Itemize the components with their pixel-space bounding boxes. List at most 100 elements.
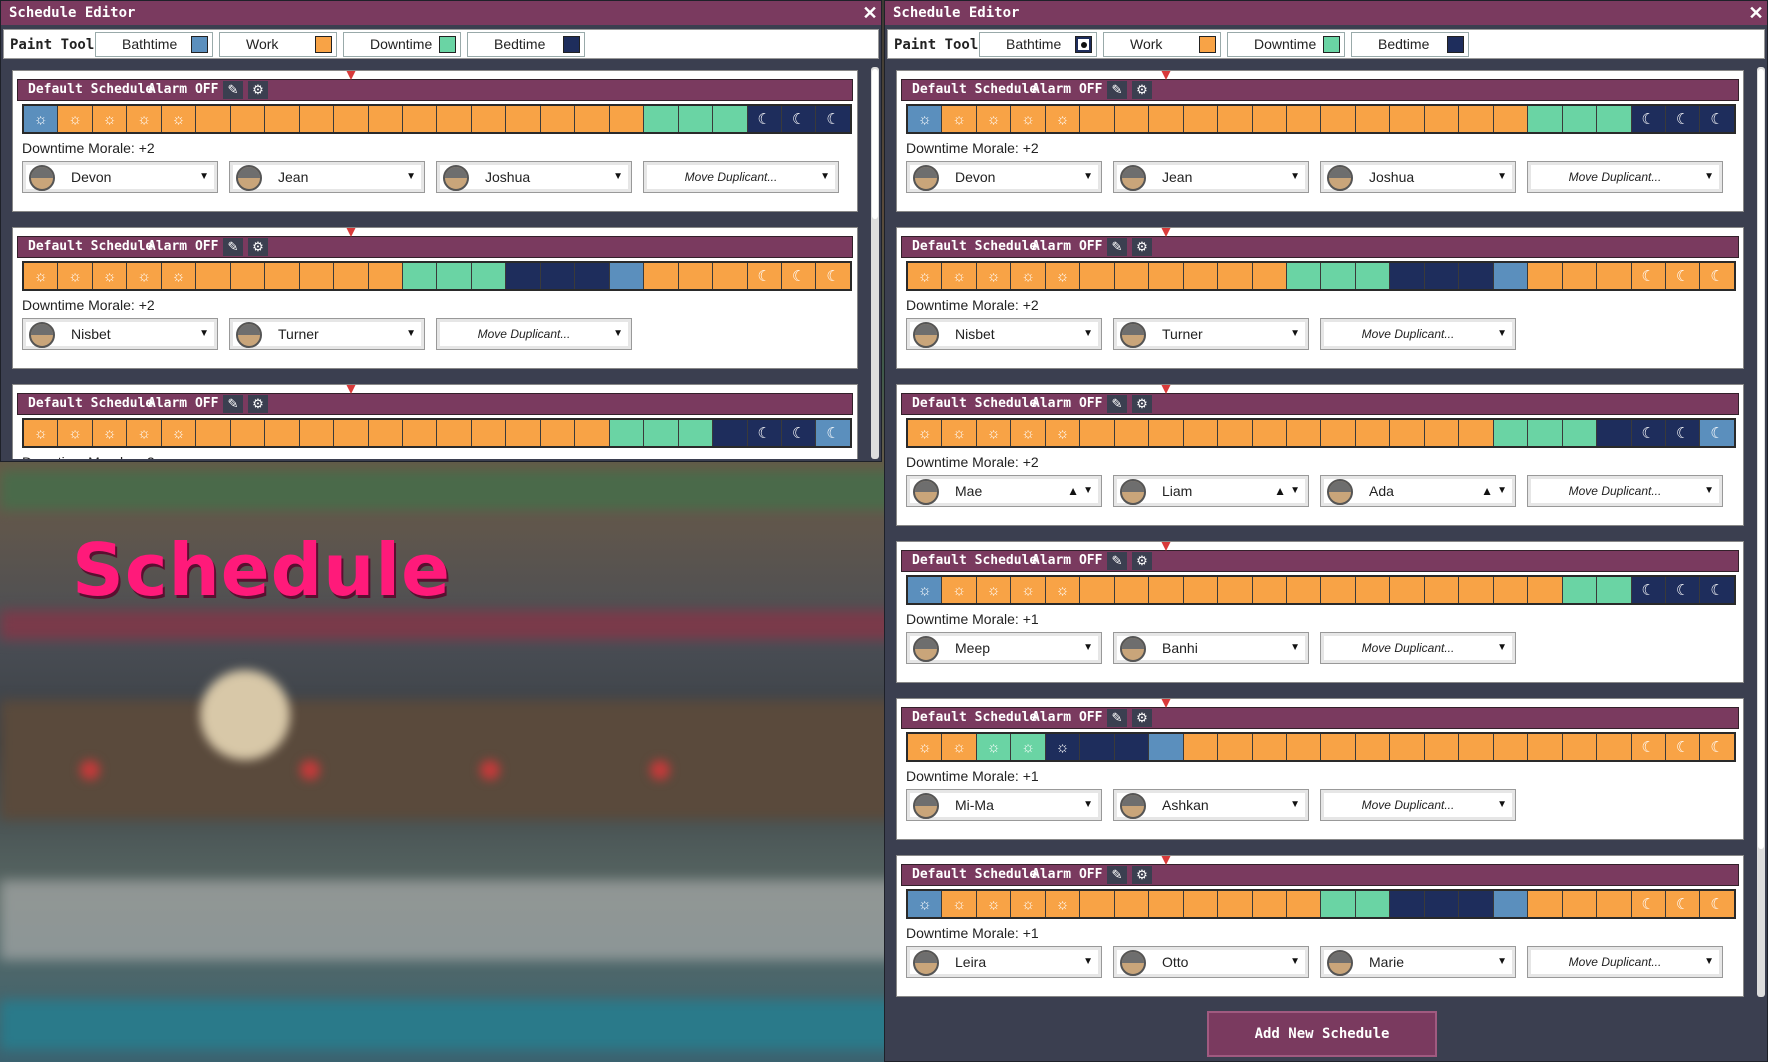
schedule-block[interactable]: ☼ [908, 734, 943, 760]
schedule-block[interactable] [1597, 263, 1632, 289]
schedule-block[interactable]: ☾ [781, 263, 817, 289]
schedule-block[interactable]: ☼ [127, 106, 162, 132]
schedule-block[interactable]: ☾ [1700, 263, 1734, 289]
schedule-block[interactable] [1597, 734, 1632, 760]
duplicant-dropdown[interactable]: Meep ▼ [906, 632, 1102, 664]
pencil-icon[interactable]: ✎ [1107, 552, 1127, 570]
schedule-block[interactable]: ☼ [1045, 734, 1081, 760]
paint-tool-downtime[interactable]: Downtime [343, 32, 461, 57]
schedule-block[interactable] [1459, 734, 1494, 760]
duplicant-dropdown[interactable]: Leira ▼ [906, 946, 1102, 978]
gear-icon[interactable]: ⚙ [1132, 709, 1152, 727]
schedule-block[interactable]: ☾ [1700, 106, 1734, 132]
schedule-block[interactable] [1218, 106, 1253, 132]
duplicant-dropdown[interactable]: Turner ▼ [229, 318, 425, 350]
schedule-block[interactable]: ☼ [1045, 577, 1081, 603]
schedule-block[interactable]: ☼ [1011, 420, 1046, 446]
schedule-block[interactable] [1080, 263, 1115, 289]
schedule-block[interactable] [1424, 577, 1460, 603]
schedule-block[interactable] [575, 420, 610, 446]
schedule-block[interactable] [1114, 106, 1150, 132]
schedule-block[interactable]: ☾ [1700, 577, 1734, 603]
pencil-icon[interactable]: ✎ [1107, 238, 1127, 256]
schedule-block[interactable] [334, 106, 369, 132]
schedule-block[interactable] [1321, 891, 1356, 917]
schedule-block[interactable] [230, 263, 266, 289]
schedule-block[interactable] [1149, 891, 1184, 917]
schedule-block[interactable] [1562, 734, 1598, 760]
schedule-timeline[interactable]: ☼ ☼ ☼ ☼ ☼ ☾ ☾ ☾ [906, 418, 1736, 448]
schedule-block[interactable] [1321, 734, 1356, 760]
schedule-block[interactable]: ☼ [127, 420, 162, 446]
schedule-block[interactable]: ☾ [1631, 263, 1666, 289]
schedule-block[interactable] [230, 106, 266, 132]
move-duplicant-dropdown[interactable]: Move Duplicant... ▼ [1527, 161, 1723, 193]
schedule-block[interactable]: ☼ [942, 420, 977, 446]
alarm-status[interactable]: Alarm OFF [1032, 237, 1102, 257]
schedule-block[interactable] [1493, 577, 1529, 603]
schedule-block[interactable] [1149, 734, 1184, 760]
schedule-block[interactable]: ☾ [816, 106, 850, 132]
schedule-block[interactable] [1424, 420, 1460, 446]
schedule-block[interactable] [1218, 263, 1253, 289]
duplicant-dropdown[interactable]: Ashkan ▼ [1113, 789, 1309, 821]
schedule-block[interactable] [437, 420, 472, 446]
schedule-timeline[interactable]: ☼ ☼ ☼ ☼ ☼ ☾ ☾ ☾ [906, 732, 1736, 762]
schedule-block[interactable] [1149, 420, 1184, 446]
schedule-block[interactable]: ☾ [747, 106, 782, 132]
duplicant-dropdown[interactable]: Marie ▼ [1320, 946, 1516, 978]
schedule-block[interactable] [1528, 734, 1563, 760]
alarm-status[interactable]: Alarm OFF [148, 80, 218, 100]
schedule-block[interactable] [713, 420, 748, 446]
schedule-block[interactable] [1528, 263, 1563, 289]
schedule-block[interactable] [1424, 263, 1460, 289]
duplicant-dropdown[interactable]: Mae ▲ ▼ [906, 475, 1102, 507]
schedule-block[interactable] [678, 420, 714, 446]
schedule-block[interactable] [1321, 577, 1356, 603]
schedule-block[interactable]: ☼ [1045, 106, 1081, 132]
schedule-block[interactable] [1424, 106, 1460, 132]
pencil-icon[interactable]: ✎ [223, 238, 243, 256]
schedule-block[interactable]: ☼ [1045, 263, 1081, 289]
schedule-block[interactable] [334, 263, 369, 289]
paint-tool-bathtime[interactable]: Bathtime [979, 32, 1097, 57]
schedule-block[interactable]: ☼ [161, 106, 197, 132]
schedule-block[interactable] [471, 263, 507, 289]
schedule-block[interactable] [1218, 420, 1253, 446]
schedule-block[interactable]: ☼ [942, 263, 977, 289]
schedule-block[interactable] [1252, 577, 1287, 603]
schedule-block[interactable] [1252, 420, 1287, 446]
schedule-block[interactable] [1528, 891, 1563, 917]
move-duplicant-dropdown[interactable]: Move Duplicant... ▼ [1527, 475, 1723, 507]
schedule-block[interactable] [299, 420, 335, 446]
schedule-timeline[interactable]: ☼ ☼ ☼ ☼ ☼ ☾ ☾ ☾ [906, 261, 1736, 291]
schedule-block[interactable] [1218, 577, 1253, 603]
schedule-block[interactable] [678, 106, 714, 132]
schedule-block[interactable]: ☾ [1700, 420, 1734, 446]
schedule-block[interactable] [1183, 577, 1219, 603]
alarm-status[interactable]: Alarm OFF [1032, 80, 1102, 100]
schedule-block[interactable] [1355, 106, 1391, 132]
schedule-block[interactable] [1597, 106, 1632, 132]
schedule-block[interactable] [1321, 420, 1356, 446]
schedule-block[interactable]: ☾ [747, 263, 782, 289]
schedule-block[interactable] [1252, 106, 1287, 132]
schedule-block[interactable] [1252, 891, 1287, 917]
schedule-block[interactable] [1355, 734, 1391, 760]
schedule-block[interactable] [1252, 263, 1287, 289]
gear-icon[interactable]: ⚙ [1132, 395, 1152, 413]
schedule-block[interactable] [196, 106, 231, 132]
schedule-block[interactable]: ☼ [976, 891, 1012, 917]
schedule-block[interactable] [644, 263, 679, 289]
schedule-block[interactable] [1355, 577, 1391, 603]
move-duplicant-dropdown[interactable]: Move Duplicant... ▼ [1320, 318, 1516, 350]
duplicant-dropdown[interactable]: Otto ▼ [1113, 946, 1309, 978]
gear-icon[interactable]: ⚙ [248, 238, 268, 256]
schedule-block[interactable]: ☼ [161, 420, 197, 446]
schedule-block[interactable] [402, 420, 438, 446]
alarm-status[interactable]: Alarm OFF [1032, 551, 1102, 571]
scrollbar[interactable] [1757, 67, 1765, 997]
schedule-block[interactable] [1321, 263, 1356, 289]
gear-icon[interactable]: ⚙ [248, 395, 268, 413]
schedule-block[interactable] [1286, 734, 1322, 760]
